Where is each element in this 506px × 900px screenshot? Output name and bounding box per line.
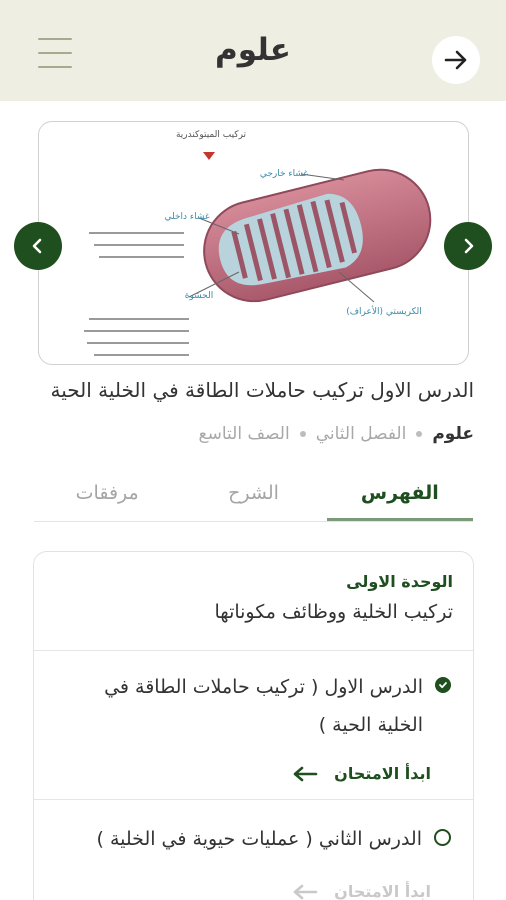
start-exam-label: ابدأ الامتحان <box>334 882 431 900</box>
start-exam-button[interactable]: ابدأ الامتحان <box>292 764 431 783</box>
lesson-item-line: الدرس الثاني ( عمليات حيوية في الخلية ) <box>96 828 422 850</box>
diagram-caption-lines <box>84 232 189 356</box>
check-circle-icon <box>435 677 451 693</box>
tab-explanation[interactable]: الشرح <box>180 472 326 521</box>
separator-dot <box>299 431 306 437</box>
tab-attachments[interactable]: مرفقات <box>34 472 180 521</box>
lesson-image-slider[interactable]: تركيب الميتوكندرية غشاء خارجي غشاء داخلي… <box>38 121 469 365</box>
lesson-item-label: الدرس الاول ( تركيب حاملات الطاقة في الخ… <box>104 668 423 744</box>
diagram-label-matrix: الحشوة <box>185 291 213 301</box>
slider-next-button[interactable] <box>444 222 492 270</box>
back-button[interactable] <box>432 36 480 84</box>
mitochondria-illustration: تركيب الميتوكندرية غشاء خارجي غشاء داخلي… <box>84 130 432 356</box>
lesson-item-label: الدرس الثاني ( عمليات حيوية في الخلية ) <box>97 820 422 858</box>
lesson-item-line: الخلية الحية ) <box>318 714 423 736</box>
arrow-right-icon <box>444 50 467 70</box>
app-header: علوم <box>0 0 506 101</box>
circle-outline-icon <box>434 829 451 846</box>
unit-label: الوحدة الاولى <box>346 572 453 591</box>
diagram-label-outer: غشاء خارجي <box>260 169 309 179</box>
tab-index[interactable]: الفهرس <box>326 472 473 521</box>
lesson-meta: علوم الفصل الثاني الصف التاسع <box>199 424 474 444</box>
divider <box>34 650 473 651</box>
start-exam-button-disabled[interactable]: ابدأ الامتحان <box>292 882 431 900</box>
diagram-label-cristae: الكريستي (الأعراف) <box>346 305 422 317</box>
lesson-item-2[interactable]: الدرس الثاني ( عمليات حيوية في الخلية ) <box>97 820 451 858</box>
unit-title: تركيب الخلية ووظائف مكوناتها <box>214 601 453 623</box>
index-card: الوحدة الاولى تركيب الخلية ووظائف مكونات… <box>33 551 474 900</box>
subject-name: علوم <box>432 424 474 444</box>
page-title: علوم <box>215 32 291 68</box>
chevron-left-icon <box>32 238 42 254</box>
lesson-item-line: الدرس الاول ( تركيب حاملات الطاقة في <box>104 676 423 698</box>
arrow-left-icon <box>293 884 318 899</box>
lesson-item-1[interactable]: الدرس الاول ( تركيب حاملات الطاقة في الخ… <box>104 668 451 744</box>
diagram-label-top: تركيب الميتوكندرية <box>176 130 247 140</box>
lesson-title: الدرس الاول تركيب حاملات الطاقة في الخلي… <box>50 378 474 402</box>
arrow-left-icon <box>293 766 318 781</box>
grade-name: الصف التاسع <box>198 424 290 444</box>
divider <box>34 799 473 800</box>
semester-name: الفصل الثاني <box>315 424 407 444</box>
content-tabs: الفهرس الشرح مرفقات <box>34 472 473 522</box>
chevron-right-icon <box>464 238 474 254</box>
slider-prev-button[interactable] <box>14 222 62 270</box>
diagram-label-inner: غشاء داخلي <box>164 212 209 222</box>
unit-header: الوحدة الاولى تركيب الخلية ووظائف مكونات… <box>215 572 453 623</box>
separator-dot <box>416 431 423 437</box>
start-exam-label: ابدأ الامتحان <box>334 764 431 783</box>
